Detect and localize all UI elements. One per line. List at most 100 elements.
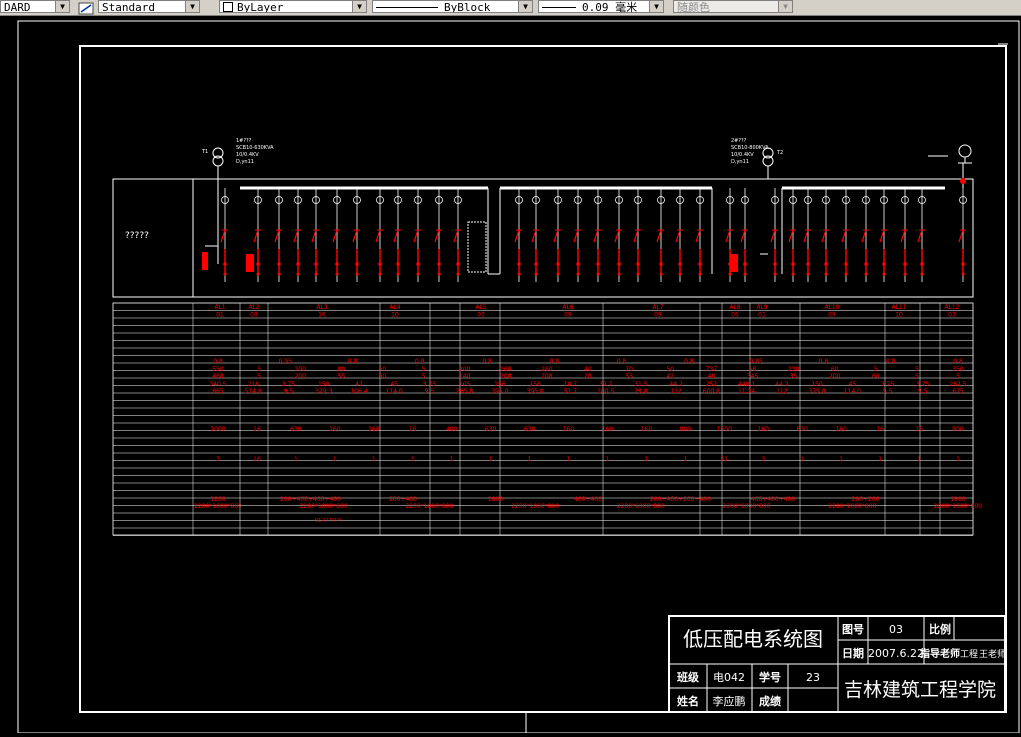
- table-cell: 160: [758, 426, 770, 433]
- drawing-canvas[interactable]: T1 1#??? SCB10-630KVA 10/0.4KV D,yn11 T2…: [0, 16, 1021, 734]
- panel-name: AL8: [729, 304, 740, 311]
- chevron-down-icon[interactable]: ▼: [185, 1, 199, 12]
- table-cell: 400: [446, 426, 458, 433]
- table-cell: 9.5: [284, 388, 294, 395]
- feeder-circuit: [861, 188, 870, 282]
- feeder-circuit: [293, 188, 302, 282]
- table-cell: 114.0: [844, 388, 861, 395]
- table-cell: 5: [874, 366, 878, 373]
- table-cell: 1: [567, 456, 571, 463]
- table-cell: 156: [529, 381, 541, 388]
- panel-type: 10: [318, 312, 326, 319]
- feeder-circuit: [274, 188, 283, 282]
- school-name: 吉林建筑工程学院: [844, 679, 996, 701]
- table-cell: 16: [253, 426, 261, 433]
- table-cell: 47: [355, 381, 363, 388]
- feeder-circuit: [352, 188, 361, 282]
- chevron-down-icon[interactable]: ▼: [518, 1, 532, 12]
- table-cell: 2200*1000*800: [194, 503, 242, 510]
- student-no-label: 学号: [759, 670, 781, 684]
- layer-combo[interactable]: ByLayer ▼: [219, 0, 367, 13]
- table-cell: 1: [411, 456, 415, 463]
- color-swatch-icon: [223, 2, 233, 12]
- feeder-circuit: [553, 188, 562, 282]
- table-cell: 60: [831, 366, 839, 373]
- table-cell: 70: [625, 366, 633, 373]
- table-cell: 106.4: [350, 388, 367, 395]
- panel-name: AL11: [891, 304, 906, 311]
- transformer-t1-spec: SCB10-630KVA: [236, 145, 274, 151]
- table-cell: 1: [528, 456, 532, 463]
- table-cell: 200+400+400+400: [280, 496, 341, 503]
- table-cell: 3.75: [881, 381, 895, 388]
- table-cell: 630: [524, 426, 536, 433]
- transformer-t2-symbol: [761, 147, 775, 180]
- table-cell: 51.7: [564, 388, 578, 395]
- table-cell: 675: [952, 388, 964, 395]
- table-cell: 1: [839, 456, 843, 463]
- dimstyle-value: Standard: [102, 1, 155, 13]
- drawing-no-label: 图号: [842, 623, 864, 636]
- table-cell: 800: [680, 426, 692, 433]
- table-cell: 3: [216, 456, 220, 463]
- dimstyle-icon[interactable]: [78, 0, 94, 15]
- table-cell: 0.8: [550, 358, 560, 365]
- scale-label: 比例: [929, 622, 951, 636]
- layer-value: ByLayer: [237, 1, 284, 13]
- dimstyle-combo[interactable]: Standard ▼: [98, 0, 200, 13]
- feeder-circuit: [879, 188, 888, 282]
- table-cell: 400+400+400: [751, 496, 796, 503]
- feeder-circuit: [311, 188, 320, 282]
- table-cell: 1800: [488, 496, 503, 503]
- table-cell: 0.8: [213, 358, 223, 365]
- table-cell: 35: [790, 373, 798, 380]
- grade-label: 成绩: [759, 694, 781, 708]
- table-cell: 21: [720, 456, 728, 463]
- table-cell: 1: [333, 456, 337, 463]
- table-cell: 44.2: [775, 381, 789, 388]
- table-cell: 2200*1000*800: [300, 503, 348, 510]
- feeder-circuit: [788, 188, 797, 282]
- table-cell: 50: [666, 366, 674, 373]
- class-value: 电042: [713, 671, 745, 684]
- table-cell: 9.5: [918, 388, 928, 395]
- table-cell: 1: [450, 456, 454, 463]
- table-cell: 3.75: [916, 381, 930, 388]
- table-cell: 100.5: [597, 388, 614, 395]
- plotstyle-combo[interactable]: 随颜色 ▼: [673, 0, 793, 13]
- transformer-t2-tag: T2: [776, 150, 783, 156]
- textstyle-combo[interactable]: DARD ▼: [0, 0, 70, 13]
- table-cell: 1: [606, 456, 610, 463]
- table-cell: 31.5: [634, 381, 648, 388]
- feeder-circuit: [740, 188, 749, 282]
- chevron-down-icon[interactable]: ▼: [778, 1, 792, 12]
- lineweight-combo[interactable]: 0.09 毫米 ▼: [538, 0, 664, 13]
- table-cell: 1: [294, 456, 298, 463]
- panel-name: AL9: [756, 304, 767, 311]
- chevron-down-icon[interactable]: ▼: [649, 1, 663, 12]
- table-cell: 200: [294, 373, 306, 380]
- chevron-down-icon[interactable]: ▼: [352, 1, 366, 12]
- table-cell: 39.7: [599, 381, 613, 388]
- student-no: 23: [806, 671, 820, 684]
- linetype-sample-icon: [376, 7, 438, 8]
- table-cell: 42: [666, 373, 674, 380]
- feeder-circuit: [220, 188, 229, 282]
- linetype-combo[interactable]: ByBlock ▼: [372, 0, 533, 13]
- feeder-circuit: [614, 188, 623, 282]
- table-cell: 218: [248, 381, 260, 388]
- table-cell: 45: [848, 381, 856, 388]
- table-cell: 5: [422, 366, 426, 373]
- table-cell: 60: [379, 373, 387, 380]
- chevron-down-icon[interactable]: ▼: [55, 1, 69, 12]
- lineweight-sample-icon: [542, 7, 576, 8]
- table-cell: 53: [625, 373, 633, 380]
- panel-type: 03: [477, 312, 485, 319]
- table-cell: 1: [372, 456, 376, 463]
- parameter-table: AL101AL208AL310AL410AL503AL609AL709AL805…: [112, 302, 982, 536]
- table-cell: 1600: [717, 426, 732, 433]
- feeder-circuit: [900, 188, 909, 282]
- table-cell: 60: [872, 373, 880, 380]
- table-cell: 865: [212, 388, 224, 395]
- feeder-circuit: [770, 188, 779, 282]
